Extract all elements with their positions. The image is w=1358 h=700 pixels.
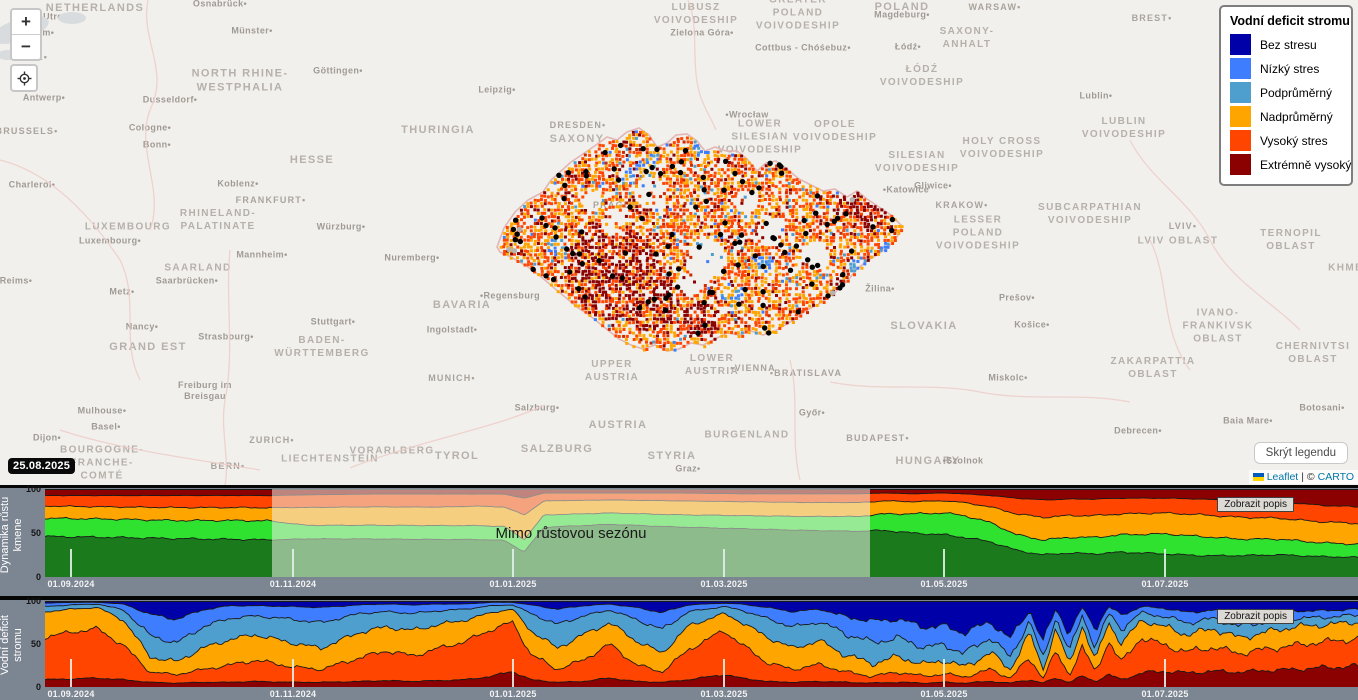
x-tick-label: 01.03.2025 [700,689,747,699]
legend-item-label: Bez stresu [1260,38,1317,52]
zoom-control: + − [10,8,42,61]
carto-link[interactable]: CARTO [1318,471,1354,483]
borders-layer [0,0,1300,485]
x-tick-label: 01.07.2025 [1141,689,1188,699]
legend-title: Vodní deficit stromu [1230,14,1342,28]
hide-legend-button[interactable]: Skrýt legendu [1254,442,1348,464]
tick-mark [512,549,514,577]
locate-button[interactable] [10,64,38,92]
legend-item: Nadprůměrný [1230,106,1342,127]
x-tick-label: 01.09.2024 [47,689,94,699]
legend-item: Vysoký stres [1230,130,1342,151]
zoom-in-button[interactable]: + [12,10,40,34]
off-season-label: Mimo růstovou sezónu [496,525,647,542]
tick-mark [292,659,294,687]
legend-swatch [1230,106,1251,127]
zoom-out-button[interactable]: − [12,35,40,59]
x-tick-label: 01.09.2024 [47,579,94,589]
y-axis-title-text: Dynamika růstu kmene [0,485,25,590]
legend-item: Nízký stres [1230,58,1342,79]
leaflet-link[interactable]: Leaflet [1267,471,1299,483]
map-attribution: Leaflet | © CARTO [1249,470,1358,484]
off-season-overlay: Mimo růstovou sezónu [272,489,870,577]
tick-mark [1164,549,1166,577]
tick-mark [512,659,514,687]
legend-item-label: Extrémně vysoký [1260,158,1351,172]
x-tick-label: 01.11.2024 [270,689,317,699]
ukraine-flag-icon [1253,473,1264,481]
legend-item-label: Nadprůměrný [1260,110,1333,124]
tick-mark [723,549,725,577]
map-overlay-svg [0,0,1358,485]
y-axis-title-text: Vodní deficit stromu [0,590,25,700]
legend-item: Podprůměrný [1230,82,1342,103]
tick-mark [723,659,725,687]
legend-swatch [1230,154,1251,175]
show-description-button[interactable]: Zobrazit popis [1217,497,1294,512]
app: NETHERLANDSOsnabrück•Utrecht•Amsterdam•T… [0,0,1358,700]
x-tick-label: 01.03.2025 [700,579,747,589]
date-chip: 25.08.2025 [8,458,75,474]
map-canvas[interactable]: NETHERLANDSOsnabrück•Utrecht•Amsterdam•T… [0,0,1358,485]
legend-swatch [1230,34,1251,55]
tick-mark [943,659,945,687]
legend-item-label: Podprůměrný [1260,86,1332,100]
x-tick-label: 01.07.2025 [1141,579,1188,589]
show-description-button[interactable]: Zobrazit popis [1217,609,1294,624]
crosshair-icon [17,71,32,86]
x-tick-label: 01.05.2025 [920,689,967,699]
tick-mark [70,549,72,577]
legend-swatch [1230,58,1251,79]
panel-divider-top [0,485,1358,488]
x-tick-label: 01.01.2025 [489,689,536,699]
growth-dynamics-chart[interactable]: Mimo růstovou sezónu [45,489,1358,577]
charts-panel: Mimo růstovou sezónu 01.09.2024 01.11.2024… [0,485,1358,700]
panel-divider-middle [0,596,1358,600]
attribution-separator: | © [1301,471,1314,483]
stacked-area-svg [45,601,1358,687]
x-tick-label: 01.05.2025 [920,579,967,589]
tick-mark [943,549,945,577]
legend-item-label: Nízký stres [1260,62,1319,76]
map-legend: Vodní deficit stromu Bez stresu Nízký str… [1219,5,1353,186]
legend-item-label: Vysoký stres [1260,134,1328,148]
x-tick-label: 01.01.2025 [489,579,536,589]
legend-item: Bez stresu [1230,34,1342,55]
legend-items: Bez stresu Nízký stres Podprůměrný Nadprůmě… [1230,34,1342,175]
water-deficit-chart[interactable] [45,601,1358,687]
legend-swatch [1230,82,1251,103]
legend-item: Extrémně vysoký [1230,154,1342,175]
legend-swatch [1230,130,1251,151]
tick-mark [70,659,72,687]
deficit-raster [500,130,904,351]
tick-mark [292,549,294,577]
x-tick-label: 01.11.2024 [270,579,317,589]
tick-mark [1164,659,1166,687]
